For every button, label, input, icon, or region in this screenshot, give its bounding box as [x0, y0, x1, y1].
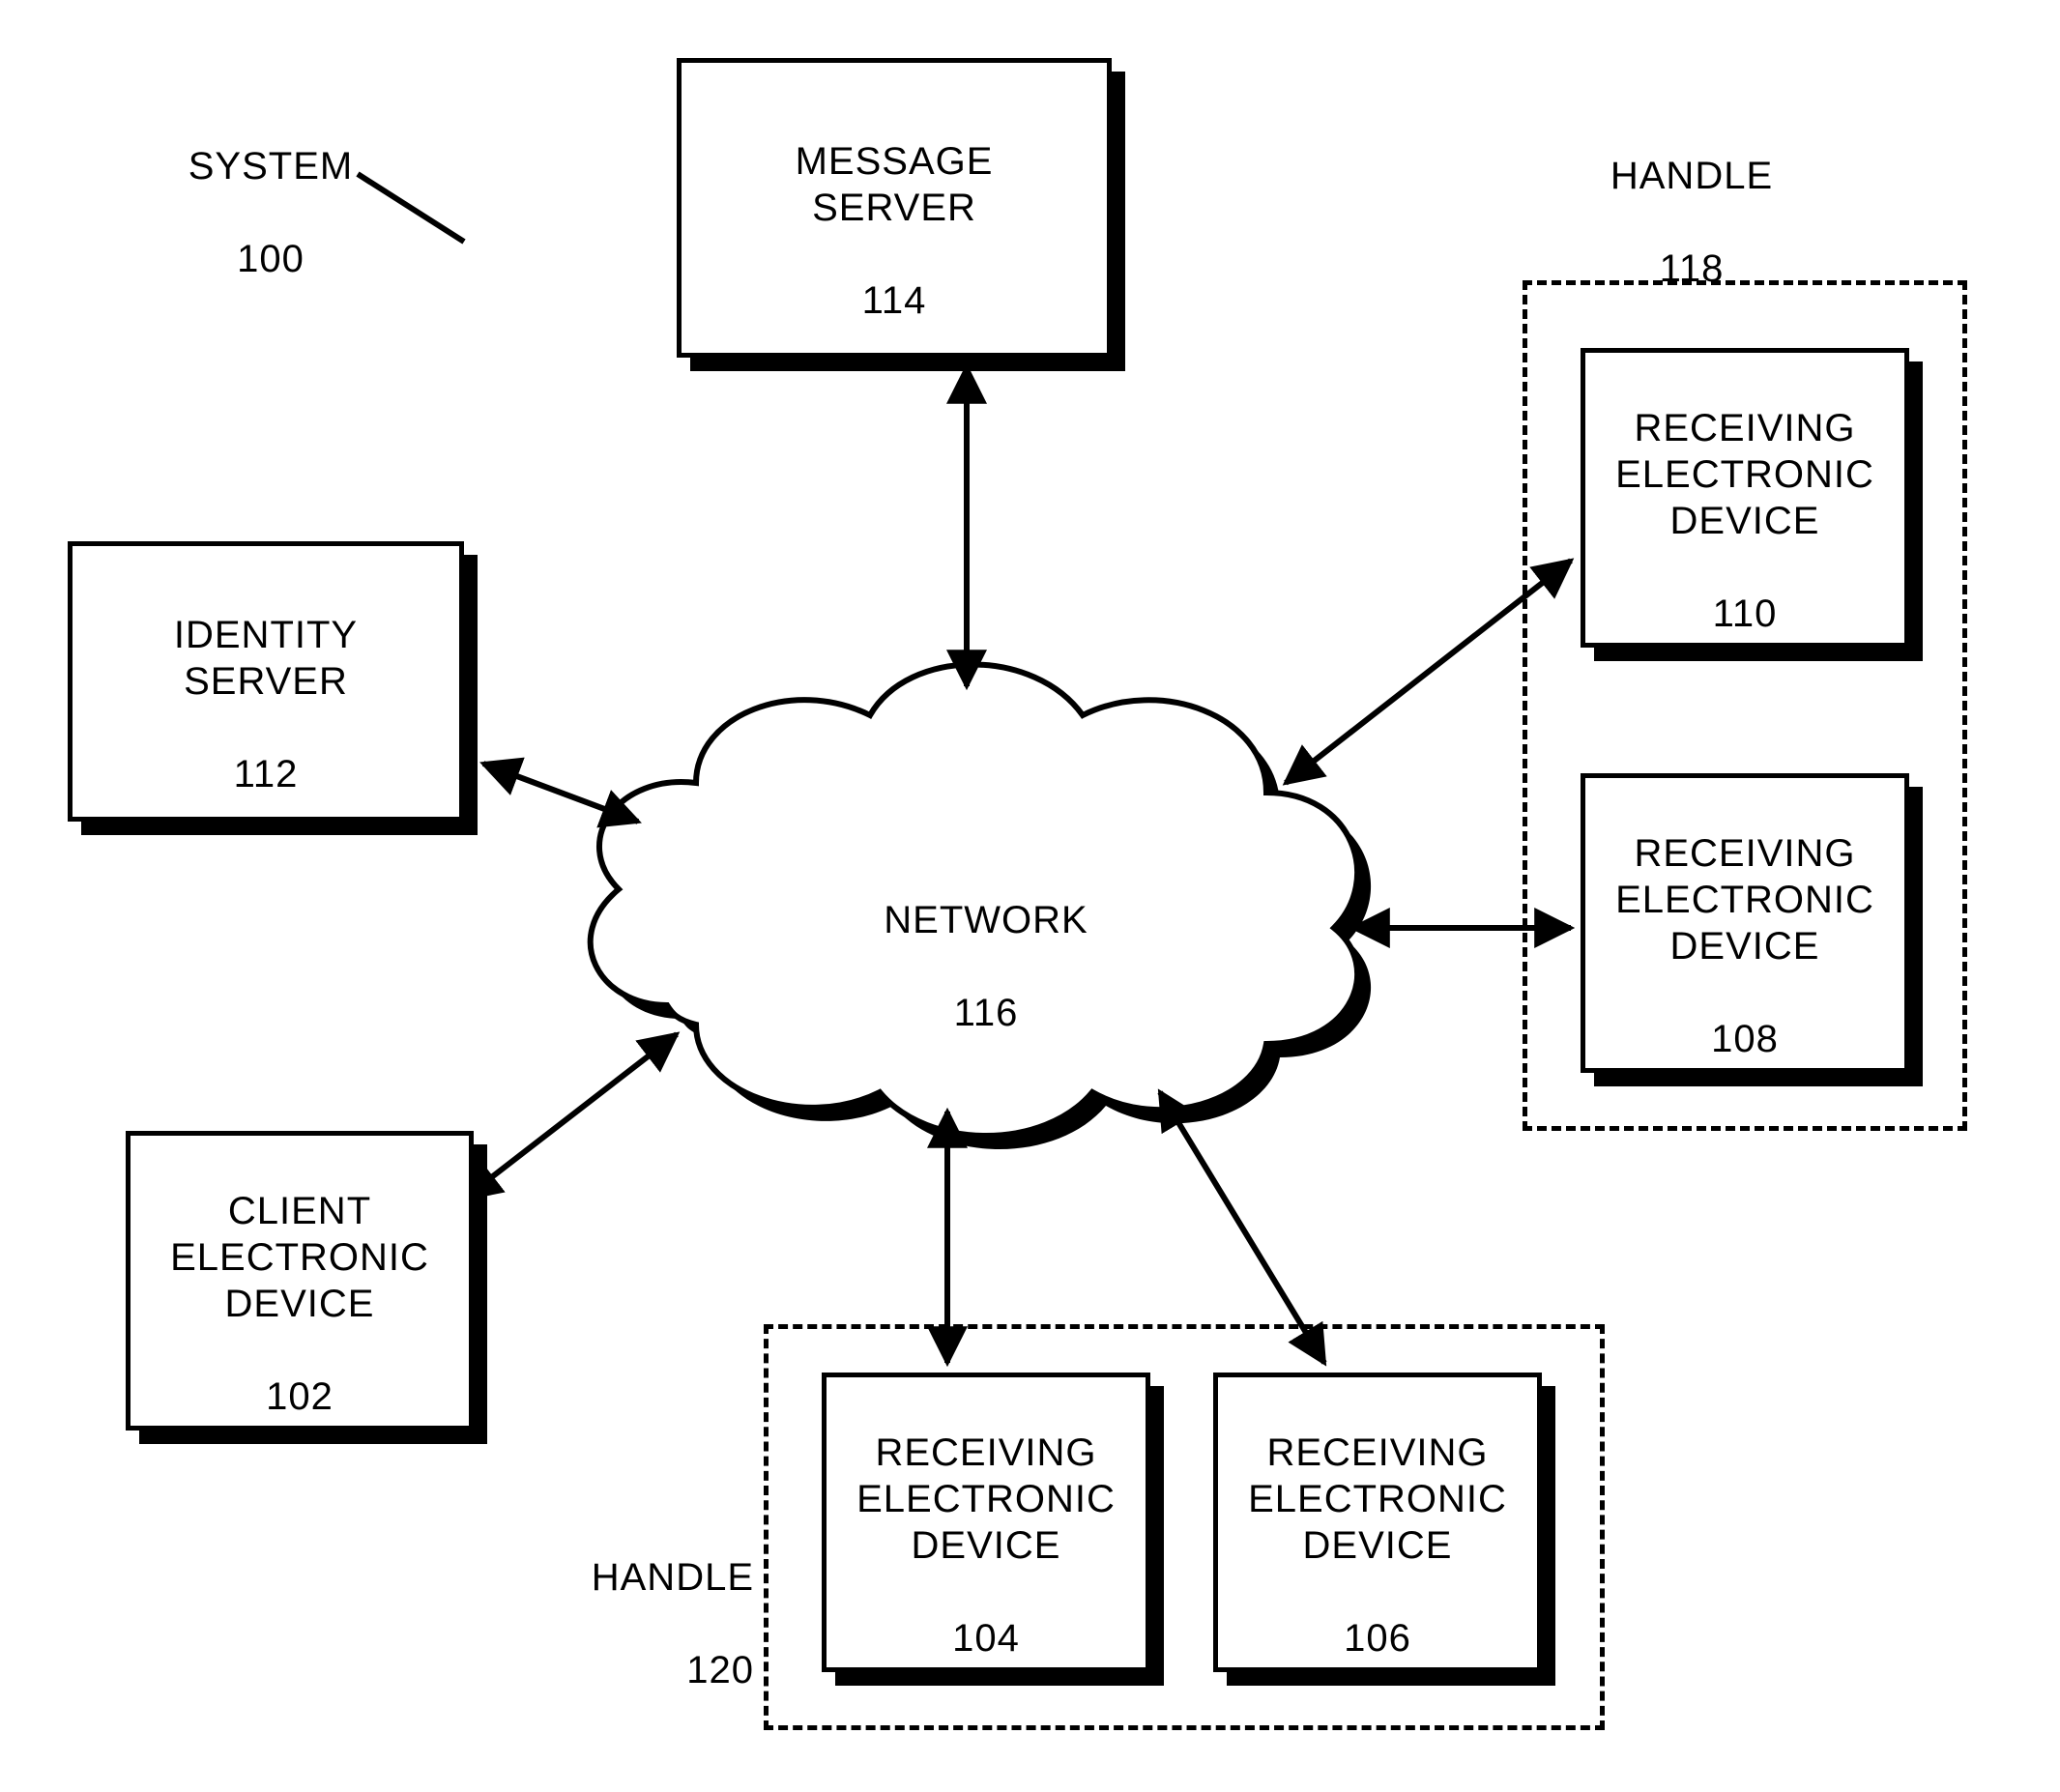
identity-server-box: IDENTITY SERVER 112 [68, 541, 464, 822]
system-legend-tick [358, 174, 464, 242]
message-server-title: MESSAGE SERVER [796, 140, 994, 229]
edge-network-client-device [464, 1034, 677, 1199]
recv-104-ref: 104 [952, 1617, 1020, 1660]
recv-108-box: RECEIVING ELECTRONIC DEVICE 108 [1581, 773, 1909, 1073]
recv-110-ref: 110 [1713, 593, 1778, 635]
system-legend-title: SYSTEM [189, 145, 353, 188]
handle-120-label: HANDLE 120 [541, 1508, 754, 1693]
message-server-box: MESSAGE SERVER 114 [677, 58, 1112, 358]
recv-108-title: RECEIVING ELECTRONIC DEVICE [1615, 832, 1874, 968]
handle-118-label: HANDLE 118 [1585, 106, 1798, 292]
identity-server-ref: 112 [234, 753, 299, 795]
recv-110-box: RECEIVING ELECTRONIC DEVICE 110 [1581, 348, 1909, 648]
edge-network-identity-server [483, 764, 638, 822]
recv-104-box: RECEIVING ELECTRONIC DEVICE 104 [822, 1373, 1150, 1672]
diagram-stage: SYSTEM 100 HANDLE 118 HANDLE 120 NETWORK… [0, 0, 2060, 1792]
edge-network-recv-106 [1160, 1092, 1324, 1363]
recv-104-title: RECEIVING ELECTRONIC DEVICE [856, 1431, 1116, 1567]
system-legend-ref: 100 [237, 238, 305, 280]
identity-server-title: IDENTITY SERVER [174, 614, 358, 703]
network-ref: 116 [954, 992, 1019, 1034]
recv-106-title: RECEIVING ELECTRONIC DEVICE [1248, 1431, 1507, 1567]
message-server-ref: 114 [862, 279, 927, 322]
client-device-title: CLIENT ELECTRONIC DEVICE [170, 1190, 429, 1325]
recv-110-title: RECEIVING ELECTRONIC DEVICE [1615, 407, 1874, 542]
handle-120-ref: 120 [686, 1649, 754, 1691]
recv-106-ref: 106 [1344, 1617, 1411, 1660]
recv-108-ref: 108 [1711, 1018, 1779, 1060]
system-legend: SYSTEM 100 [184, 97, 358, 282]
client-device-box: CLIENT ELECTRONIC DEVICE 102 [126, 1131, 474, 1431]
network-label: NETWORK 116 [870, 851, 1102, 1036]
client-device-ref: 102 [266, 1375, 334, 1418]
handle-118-title: HANDLE [1610, 155, 1773, 197]
handle-120-title: HANDLE [592, 1556, 754, 1599]
recv-106-box: RECEIVING ELECTRONIC DEVICE 106 [1213, 1373, 1542, 1672]
network-title: NETWORK [884, 899, 1088, 941]
